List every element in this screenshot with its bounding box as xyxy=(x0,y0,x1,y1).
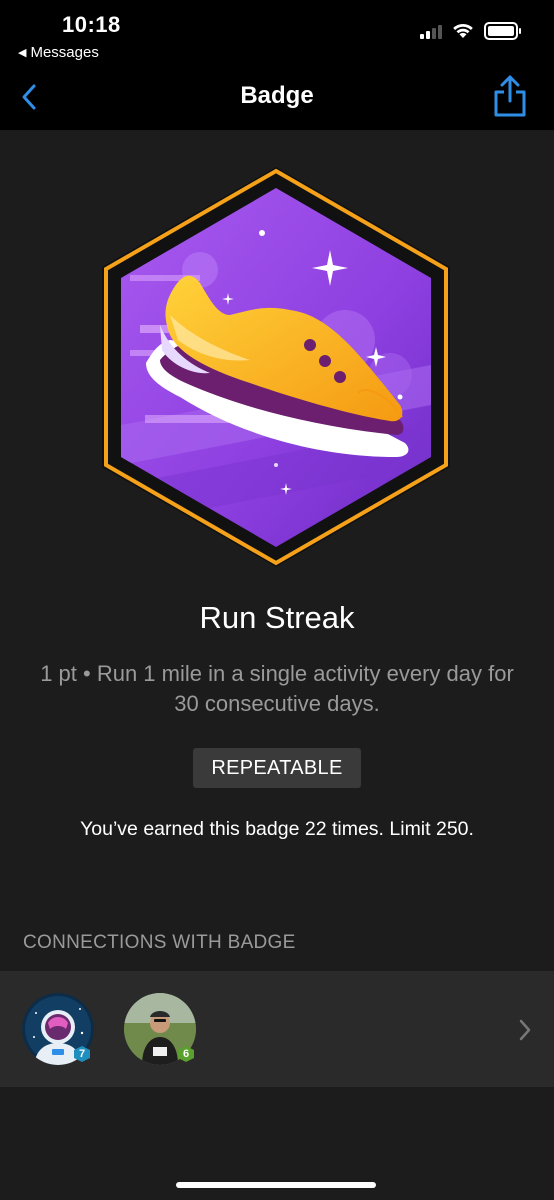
status-bar: 10:18 ◀ Messages xyxy=(0,0,554,64)
connections-header: CONNECTIONS WITH BADGE xyxy=(23,932,296,953)
running-shoe-icon xyxy=(102,167,450,567)
back-app-label: Messages xyxy=(30,44,99,61)
badge-title: Run Streak xyxy=(199,600,355,635)
repeatable-tag: REPEATABLE xyxy=(193,748,361,788)
back-to-app-link[interactable]: ◀ Messages xyxy=(18,44,99,61)
status-time: 10:18 xyxy=(62,12,121,37)
earned-count-text: You’ve earned this badge 22 times. Limit… xyxy=(80,818,474,840)
status-icons xyxy=(420,22,521,40)
connections-row[interactable] xyxy=(0,971,554,1087)
nav-bar: Badge xyxy=(0,64,554,131)
back-triangle-icon: ◀ xyxy=(18,47,27,59)
wifi-icon xyxy=(453,23,473,38)
cellular-signal-icon xyxy=(420,23,442,39)
battery-icon xyxy=(484,22,521,40)
home-indicator[interactable] xyxy=(176,1182,376,1188)
share-icon[interactable] xyxy=(492,74,528,118)
badge-description: 1 pt • Run 1 mile in a single activity e… xyxy=(40,661,514,716)
page-title: Badge xyxy=(240,82,314,109)
chevron-right-icon[interactable] xyxy=(518,1018,532,1042)
